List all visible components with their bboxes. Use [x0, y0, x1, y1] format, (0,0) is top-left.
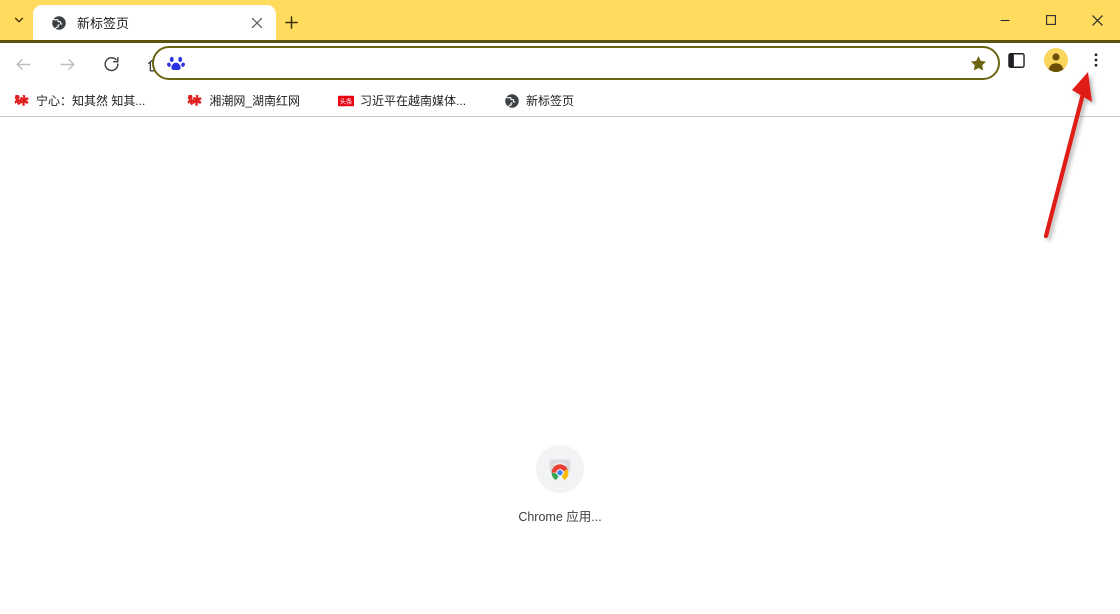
- toutiao-icon: 头条: [338, 93, 355, 109]
- forward-button[interactable]: [53, 50, 81, 78]
- close-icon: [1091, 14, 1103, 26]
- close-window-button[interactable]: [1074, 0, 1120, 40]
- profile-avatar-button[interactable]: [1042, 46, 1070, 74]
- bookmark-label: 新标签页: [526, 94, 575, 108]
- bookmarks-bar: 宁心：知其然 知其... 湘潮网_湖南红网 头条 习近平在越南媒体... 新标签…: [0, 85, 1120, 117]
- back-button[interactable]: [9, 50, 37, 78]
- minimize-button[interactable]: [982, 0, 1028, 40]
- tab-search-button[interactable]: [5, 5, 33, 35]
- side-panel-icon: [1007, 52, 1025, 68]
- baidu-paw-icon: [166, 53, 186, 73]
- tab-active[interactable]: 新标签页: [33, 5, 276, 40]
- svg-text:头条: 头条: [340, 96, 353, 105]
- window-controls: [982, 0, 1120, 40]
- tab-close-button[interactable]: [246, 12, 268, 34]
- minimize-icon: [1000, 19, 1010, 22]
- page-content: Chrome 应用...: [0, 118, 1120, 614]
- arrow-right-icon: [59, 58, 75, 70]
- chrome-menu-button[interactable]: [1082, 46, 1110, 74]
- chrome-apps-shortcut[interactable]: Chrome 应用...: [504, 445, 616, 525]
- address-input[interactable]: [196, 47, 964, 79]
- red-logo-icon: [14, 93, 30, 109]
- chrome-apps-label: Chrome 应用...: [518, 510, 602, 524]
- star-filled-icon: [970, 55, 986, 70]
- avatar: [1044, 48, 1068, 72]
- arrow-left-icon: [15, 58, 31, 70]
- bookmark-item[interactable]: 头条 习近平在越南媒体...: [330, 89, 474, 113]
- reload-icon: [103, 56, 119, 71]
- globe-icon: [51, 14, 67, 31]
- bookmark-label: 宁心：知其然 知其...: [36, 94, 146, 108]
- close-icon: [251, 17, 263, 28]
- three-dot-menu-icon: [1094, 53, 1098, 67]
- bookmark-label: 习近平在越南媒体...: [360, 94, 467, 108]
- bookmark-item[interactable]: 宁心：知其然 知其...: [6, 89, 153, 113]
- bookmark-item[interactable]: 新标签页: [496, 89, 582, 113]
- bookmark-label: 湘潮网_湖南红网: [209, 94, 301, 108]
- toolbar-right-actions: [996, 46, 1116, 74]
- maximize-icon: [1046, 15, 1056, 25]
- tab-strip: 新标签页: [0, 0, 1120, 40]
- plus-icon: [284, 15, 298, 29]
- new-tab-button[interactable]: [277, 8, 305, 36]
- red-logo-icon: [187, 93, 203, 109]
- reload-button[interactable]: [97, 50, 125, 78]
- browser-window: 新标签页 宁心：知其然 知其... 湘潮网_湖南红网 头条 习近平在越南媒体..…: [0, 0, 1120, 614]
- chrome-apps-icon: [536, 445, 584, 493]
- omnibox[interactable]: [152, 46, 1000, 80]
- bookmark-item[interactable]: 湘潮网_湖南红网: [179, 89, 308, 113]
- chevron-down-icon: [14, 17, 24, 23]
- tab-title: 新标签页: [77, 16, 130, 31]
- side-panel-button[interactable]: [1002, 46, 1030, 74]
- bookmark-star-button[interactable]: [964, 49, 992, 77]
- maximize-button[interactable]: [1028, 0, 1074, 40]
- globe-icon: [504, 92, 520, 109]
